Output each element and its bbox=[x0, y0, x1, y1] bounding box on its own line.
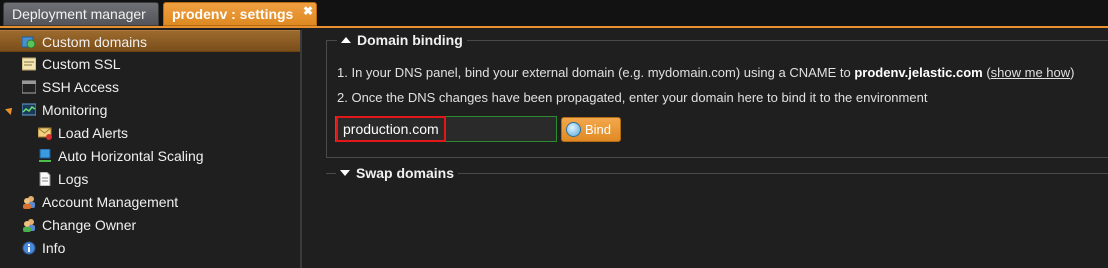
sidebar-item-account-management[interactable]: Account Management bbox=[0, 191, 300, 213]
section-title: Swap domains bbox=[356, 165, 455, 181]
close-icon[interactable]: ✖ bbox=[303, 0, 313, 22]
document-icon bbox=[39, 172, 51, 186]
sidebar-item-ssh-access[interactable]: SSH Access bbox=[0, 76, 300, 98]
paren-close: ) bbox=[1070, 65, 1075, 80]
swap-domains-header[interactable]: Swap domains bbox=[336, 165, 459, 181]
swap-domains-section: Swap domains bbox=[326, 165, 1108, 181]
sidebar-item-label: Account Management bbox=[42, 194, 179, 210]
users-icon bbox=[23, 196, 35, 209]
expand-triangle-icon bbox=[340, 170, 350, 176]
bind-button[interactable]: Bind bbox=[561, 117, 621, 142]
paren-open: ( bbox=[982, 65, 991, 80]
tab-prodenv-settings[interactable]: prodenv : settings ✖ bbox=[163, 2, 317, 26]
settings-sidebar: Custom domains Custom SSL SSH Access Mon… bbox=[0, 30, 302, 268]
sidebar-item-monitoring[interactable]: Monitoring bbox=[0, 99, 300, 121]
monitor-chart-icon bbox=[22, 103, 36, 116]
domain-input-value: production.com bbox=[336, 116, 446, 142]
sidebar-item-label: Info bbox=[42, 240, 66, 256]
globe-icon bbox=[22, 36, 36, 49]
domain-binding-header[interactable]: Domain binding bbox=[337, 32, 467, 48]
bind-button-label: Bind bbox=[585, 122, 612, 137]
users-icon bbox=[23, 219, 35, 232]
envelope-alert-icon bbox=[38, 127, 52, 140]
cname-host: prodenv.jelastic.com bbox=[854, 65, 983, 80]
step-1-instruction: 1. In your DNS panel, bind your external… bbox=[337, 65, 1075, 81]
sidebar-item-label: SSH Access bbox=[42, 79, 120, 95]
tab-label: prodenv : settings bbox=[172, 6, 294, 22]
step-2-instruction: 2. Once the DNS changes have been propag… bbox=[337, 90, 928, 105]
domain-input[interactable]: production.com bbox=[335, 116, 557, 142]
sidebar-item-label: Custom SSL bbox=[42, 56, 121, 72]
info-icon bbox=[22, 241, 36, 255]
tab-deployment-manager[interactable]: Deployment manager bbox=[3, 2, 159, 26]
sidebar-item-label: Custom domains bbox=[42, 34, 148, 50]
step-1-text: 1. In your DNS panel, bind your external… bbox=[337, 65, 855, 80]
scaling-icon bbox=[39, 149, 51, 162]
globe-icon bbox=[566, 122, 581, 137]
sidebar-item-auto-horizontal-scaling[interactable]: Auto Horizontal Scaling bbox=[0, 145, 300, 167]
domain-binding-section: Domain binding 1. In your DNS panel, bin… bbox=[326, 32, 1108, 158]
sidebar-item-load-alerts[interactable]: Load Alerts bbox=[0, 122, 300, 144]
collapse-triangle-icon bbox=[341, 37, 351, 43]
sidebar-item-logs[interactable]: Logs bbox=[0, 168, 300, 190]
sidebar-item-label: Load Alerts bbox=[58, 125, 129, 141]
section-title: Domain binding bbox=[357, 32, 463, 48]
sidebar-item-label: Auto Horizontal Scaling bbox=[58, 148, 204, 164]
expand-triangle-icon[interactable] bbox=[5, 105, 15, 115]
show-me-how-link[interactable]: show me how bbox=[991, 65, 1070, 80]
certificate-icon bbox=[22, 57, 36, 71]
tab-bar: Deployment manager prodenv : settings ✖ bbox=[0, 0, 1108, 28]
sidebar-item-label: Logs bbox=[58, 171, 89, 187]
terminal-icon bbox=[22, 80, 36, 94]
sidebar-item-info[interactable]: Info bbox=[0, 237, 300, 259]
sidebar-item-custom-ssl[interactable]: Custom SSL bbox=[0, 53, 300, 75]
sidebar-item-custom-domains[interactable]: Custom domains bbox=[0, 30, 300, 52]
settings-main-panel: Domain binding 1. In your DNS panel, bin… bbox=[304, 30, 1108, 268]
tab-label: Deployment manager bbox=[12, 6, 146, 22]
sidebar-item-change-owner[interactable]: Change Owner bbox=[0, 214, 300, 236]
sidebar-item-label: Change Owner bbox=[42, 217, 137, 233]
sidebar-item-label: Monitoring bbox=[42, 102, 108, 118]
